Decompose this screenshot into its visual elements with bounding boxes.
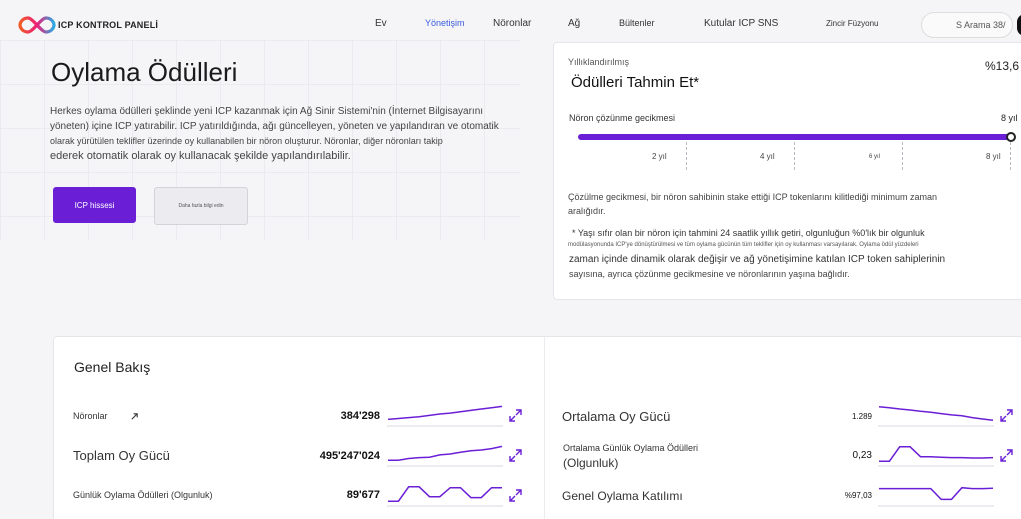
sparkline [878,486,994,507]
search-box[interactable]: S Arama 38/ [921,12,1013,38]
overview-divider [544,337,545,519]
sparkline [387,445,503,467]
nav-bultenler[interactable]: Bültenler [619,18,655,28]
annualized-percent: %13,6 [985,59,1020,73]
metric-neurons-value: 384'298 [340,410,380,422]
desc-line-1: Herkes oylama ödülleri şeklinde yeni ICP… [50,106,484,117]
page-description: Herkes oylama ödülleri şeklinde yeni ICP… [50,104,520,164]
dissolve-delay-note: Çözülme gecikmesi, bir nöron sahibinin s… [568,192,937,216]
nav-kutular-icp-sns[interactable]: Kutular ICP SNS [704,18,778,29]
desc-line-3: olarak yürütülen teklifler üzerinde oy k… [50,136,443,146]
sparkline-line [879,486,994,501]
sparkline-line [387,405,503,421]
search-label: S Arama 38/ [956,20,1006,30]
expand-icon[interactable] [509,449,522,462]
top-nav: ICP KONTROL PANELİ Ev Yönetişim Nöronlar… [0,0,1021,48]
expand-icon[interactable] [509,409,522,422]
tick-line [1010,142,1011,170]
metric-avg-daily-rewards-label-2: (Olgunluk) [563,456,619,470]
expand-icon[interactable] [509,489,522,502]
page-title: Oylama Ödülleri [51,57,238,87]
sparkline-line [388,486,502,502]
footnote-line-3b: sayısına, ayrıca çözünme gecikmesine ve … [569,269,850,279]
sparkline [878,446,994,467]
tick-line [686,142,687,170]
metric-daily-rewards-value: 89'677 [346,489,380,501]
learn-more-button[interactable]: Daha fazla bilgi edin [154,187,248,225]
sparkline-line [878,406,994,422]
footnote-line-2: modülasyonunda ICP'ye dönüştürülmesi ve … [568,242,919,248]
nav-yonetisim[interactable]: Yönetişim [425,18,465,28]
sparkline [878,406,994,427]
tick-label: 8 yıl [986,152,1001,161]
overview-title: Genel Bakış [74,359,151,375]
sparkline-line [879,446,994,462]
tick-line [902,142,903,170]
metric-total-voting-power-label: Toplam Oy Gücü [73,448,170,463]
nav-ev[interactable]: Ev [375,18,387,29]
desc-line-4: ederek otomatik olarak oy kullanacak şek… [50,150,351,162]
footnote-line-3a: zaman içinde dinamik olarak değişir ve a… [569,254,946,265]
metric-total-voting-power-value: 495'247'024 [319,450,380,462]
logo-text: ICP KONTROL PANELİ [58,20,159,30]
tick-label: 2 yıl [652,152,667,161]
dissolve-delay-slider[interactable] [578,134,1011,140]
logo[interactable]: ICP KONTROL PANELİ [18,15,158,35]
annualized-label: Yıllıklandırılmış [568,57,630,67]
metric-avg-voting-power-label: Ortalama Oy Gücü [562,409,671,424]
estimator-title: Ödülleri Tahmin Et* [571,74,700,91]
desc-line-2: yöneten) içine ICP yatırabilir. ICP yatı… [50,121,499,132]
metric-participation-value: %97,03 [844,491,872,500]
metric-avg-voting-power-value: 1.289 [851,412,872,421]
overview-card: Genel Bakış Nöronlar 384'298 Toplam Oy G… [53,336,1021,519]
nav-zincir-fuzyonu[interactable]: Zincir Füzyonu [826,19,878,28]
nav-ag[interactable]: Ağ [568,18,580,29]
metric-daily-rewards-label: Günlük Oylama Ödülleri (Olgunluk) [73,490,213,500]
sparkline [387,405,503,427]
nav-noronlar[interactable]: Nöronlar [493,18,531,29]
tick-line [794,142,795,170]
external-link-icon[interactable] [130,412,139,421]
metric-neurons-label: Nöronlar [73,411,108,421]
rewards-estimator-card: Yıllıklandırılmış Ödülleri Tahmin Et* %1… [553,42,1021,300]
metric-participation-label: Genel Oylama Katılımı [562,489,683,503]
dissolve-delay-label: Nöron çözünme gecikmesi [569,113,676,123]
tick-label: 6 yıl [869,154,881,160]
slider-handle[interactable] [1006,132,1016,142]
metric-avg-daily-rewards-label: Ortalama Günlük Oylama Ödülleri [563,443,699,453]
footnote-line-3: zaman içinde dinamik olarak değişir ve a… [569,253,1009,281]
avatar[interactable] [1017,14,1021,36]
stake-icp-button[interactable]: ICP hissesi [53,187,136,223]
infinity-logo-icon [18,16,56,34]
dissolve-delay-value: 8 yıl [1001,113,1018,123]
footnote-line-1: * Yaşı sıfır olan bir nöron için tahmini… [572,228,925,238]
sparkline [387,486,503,507]
expand-icon[interactable] [1000,449,1013,462]
metric-avg-daily-rewards-value: 0,23 [852,450,872,461]
tick-label: 4 yıl [760,152,775,161]
expand-icon[interactable] [1000,409,1013,422]
sparkline-line [388,445,503,462]
